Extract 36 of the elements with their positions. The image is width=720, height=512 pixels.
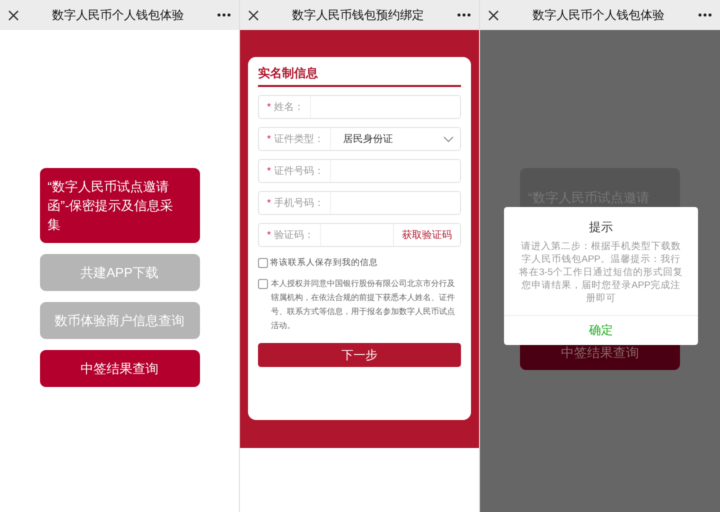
- required-mark: *: [267, 166, 271, 176]
- menu-button[interactable]: 中签结果查询: [40, 350, 200, 387]
- select-field[interactable]: * 证件类型： 居民身份证: [258, 127, 461, 151]
- close-icon[interactable]: [8, 10, 19, 20]
- input-field[interactable]: * 验证码： 获取验证码: [258, 223, 461, 247]
- more-icon[interactable]: [698, 13, 712, 17]
- page-title: 数字人民币个人钱包体验: [51, 6, 185, 24]
- consent-text: 本人授权并同意中国银行股份有限公司北京市分行及辖属机构，在依法合规的前提下获悉本人姓名、证件号、联系方式等信息，用于报名参加数字人民币试点活动。: [271, 278, 456, 332]
- dialog-message: 请进入第二步：根据手机类型下载数字人民币钱包APP。温馨提示：我行将在3-5个工作日通过短信的形式回复您申请结果，届时您登录APP完成注册即可: [518, 240, 684, 306]
- page-title: 数字人民币个人钱包体验: [532, 6, 666, 24]
- input-field[interactable]: * 证件号码：: [258, 159, 461, 183]
- field-label: 姓名：: [274, 101, 304, 114]
- field-label: 验证码：: [274, 229, 314, 242]
- next-button[interactable]: 下一步: [258, 343, 461, 367]
- more-icon[interactable]: [217, 13, 231, 17]
- field-label: 证件类型：: [274, 132, 324, 146]
- close-icon[interactable]: [248, 10, 259, 20]
- page-title: 数字人民币钱包预约绑定: [291, 6, 425, 24]
- chevron-down-icon: [443, 136, 454, 142]
- required-mark: *: [267, 230, 271, 240]
- close-icon[interactable]: [488, 10, 499, 20]
- required-mark: *: [267, 134, 271, 144]
- required-mark: *: [267, 102, 271, 112]
- input-field[interactable]: * 手机号码：: [258, 191, 461, 215]
- checkbox[interactable]: [258, 279, 268, 289]
- checkbox[interactable]: [258, 258, 268, 268]
- more-icon[interactable]: [457, 13, 471, 17]
- required-mark: *: [267, 198, 271, 208]
- field-label: 手机号码：: [274, 196, 324, 210]
- field-label: 证件号码：: [274, 165, 324, 178]
- input-field[interactable]: * 姓名：: [258, 95, 461, 119]
- menu-button[interactable]: “数字人民币试点邀请函”-保密提示及信息采集: [40, 168, 200, 243]
- section-title: 实名制信息: [258, 63, 461, 87]
- select-value: 居民身份证: [342, 133, 394, 146]
- get-code-button[interactable]: 获取验证码: [393, 224, 460, 246]
- checkbox-label: 将该联系人保存到我的信息: [270, 257, 378, 269]
